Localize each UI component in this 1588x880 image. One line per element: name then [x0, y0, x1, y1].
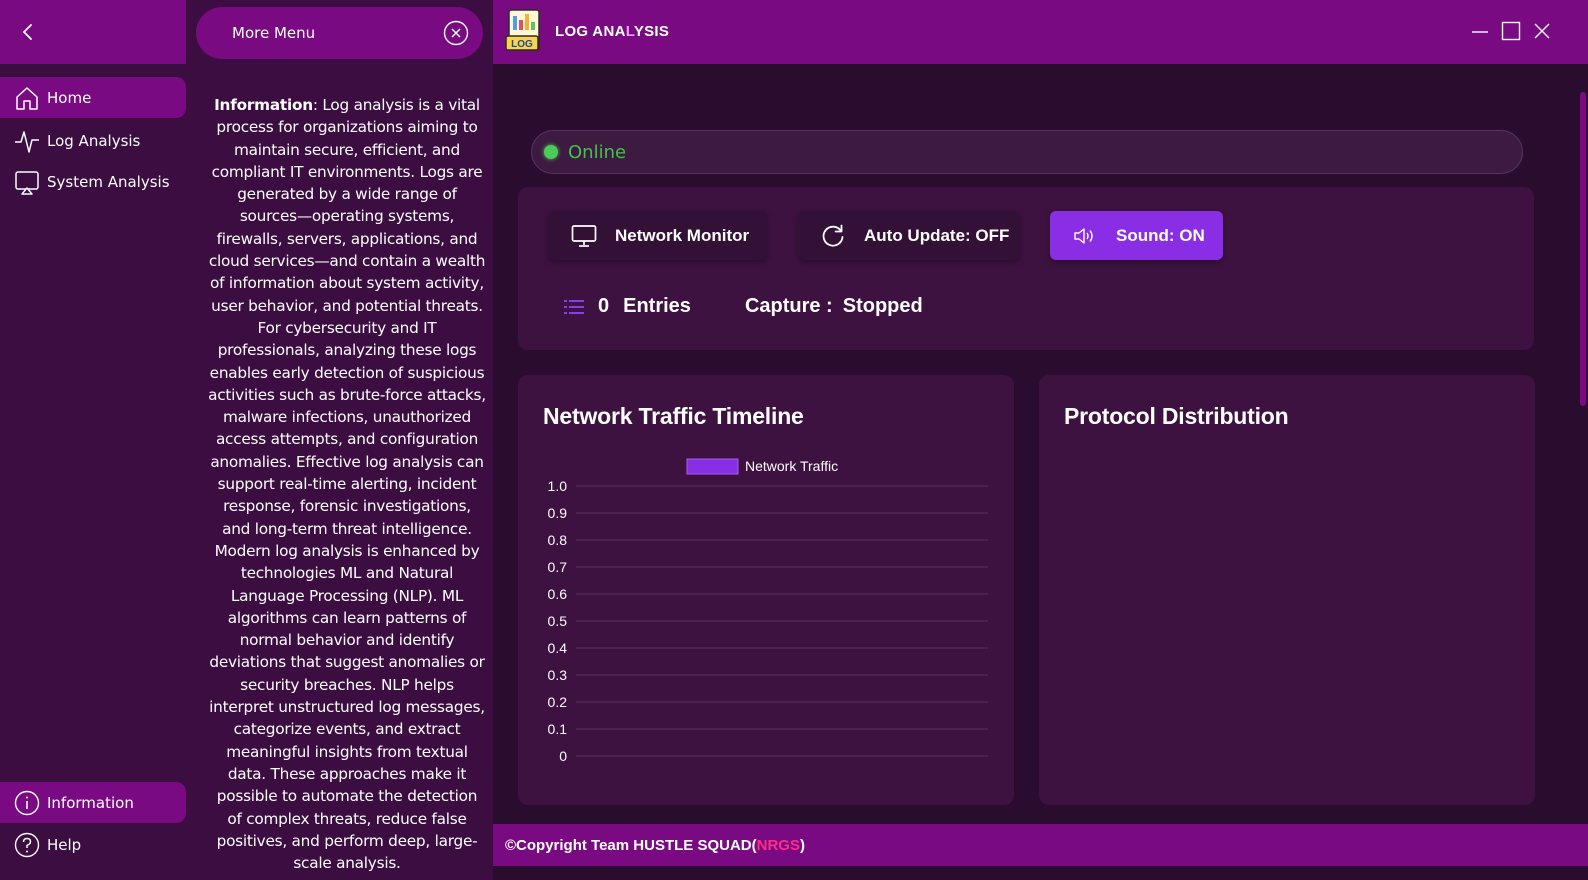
back-button[interactable] [14, 18, 42, 46]
sidebar-item-label: Information [47, 793, 134, 812]
legend-swatch [686, 458, 739, 475]
information-heading: Information [214, 96, 313, 114]
close-circle-icon [443, 20, 469, 46]
sidebar-item-home[interactable]: Home [0, 77, 186, 118]
y-tick-label: 0.6 [548, 586, 568, 602]
sidebar-item-label: Home [47, 88, 92, 107]
sidebar-item-information[interactable]: Information [0, 782, 186, 823]
info-icon [14, 790, 40, 816]
copyright-accent: NRGS [756, 836, 800, 854]
help-icon [14, 832, 40, 858]
footer: ©Copyright Team HUSTLE SQUAD(NRGS) [493, 824, 1588, 866]
close-more-menu-button[interactable] [443, 20, 469, 46]
status-indicator-dot [544, 145, 558, 159]
close-button[interactable] [1531, 20, 1553, 42]
y-tick-label: 0 [559, 748, 567, 764]
sidebar-item-log-analysis[interactable]: Log Analysis [0, 120, 186, 161]
capture-label: Capture : [744, 295, 833, 317]
network-monitor-label: Network Monitor [615, 225, 750, 245]
network-monitor-button[interactable]: Network Monitor [549, 211, 767, 260]
sound-toggle-button[interactable]: Sound: ON [1050, 211, 1223, 260]
capture-stats: 0 Entries Capture : Stopped [564, 295, 923, 318]
close-icon [1534, 23, 1550, 39]
refresh-icon [820, 223, 846, 249]
capture-status-value: Stopped [842, 295, 923, 317]
app-title-part: L [625, 23, 634, 40]
more-menu-panel: More Menu Information: Log analysis is a… [186, 0, 493, 880]
y-tick-label: 0.7 [548, 559, 568, 575]
protocol-distribution-title: Protocol Distribution [1064, 403, 1289, 429]
speaker-icon [1072, 223, 1098, 249]
sidebar-item-help[interactable]: Help [0, 824, 186, 865]
more-menu-header: More Menu [196, 7, 483, 59]
sidebar-item-label: System Analysis [47, 172, 170, 191]
traffic-timeline-panel: Network Traffic Timeline 1.0 0.9 0.8 0.7 0.6… [518, 375, 1014, 805]
traffic-chart: 1.0 0.9 0.8 0.7 0.6 0.5 0.4 0.3 0.2 0.1 0 Network T… [548, 458, 988, 764]
auto-update-label: Auto Update: OFF [864, 225, 1010, 245]
sidebar: Home Log Analysis System Analysis Inform… [0, 0, 186, 880]
main-area: LOG LOG ANALYSIS Online Network Monitor [493, 0, 1588, 880]
y-tick-label: 0.9 [548, 505, 568, 521]
sidebar-header [0, 0, 186, 64]
information-text: Information: Log analysis is a vital pro… [208, 94, 486, 874]
list-icon [564, 299, 584, 314]
cast-icon [14, 169, 40, 195]
title-bar: LOG LOG ANALYSIS [493, 0, 1588, 64]
control-card: Network Monitor Auto Update: OFF Sound: … [518, 187, 1534, 350]
vertical-scrollbar[interactable] [1580, 92, 1586, 406]
connection-status-bar: Online [531, 130, 1523, 174]
copyright-suffix: ) [799, 836, 805, 854]
home-icon [14, 85, 40, 111]
sound-label: Sound: ON [1116, 225, 1205, 245]
protocol-distribution-panel: Protocol Distribution [1039, 375, 1535, 805]
legend-label: Network Traffic [745, 458, 838, 474]
pulse-icon [14, 128, 40, 154]
app-title-part: LOG ANA [555, 23, 626, 40]
y-tick-label: 0.1 [548, 721, 568, 737]
minimize-icon [1472, 31, 1488, 33]
minimize-button[interactable] [1469, 20, 1491, 42]
status-text: Online [568, 141, 627, 163]
entries-label: Entries [623, 295, 691, 317]
logo-text: LOG [511, 39, 533, 50]
information-body: : Log analysis is a vital process for or… [208, 96, 486, 873]
y-tick-label: 0.5 [548, 613, 568, 629]
y-tick-label: 1.0 [548, 478, 568, 494]
sidebar-item-system-analysis[interactable]: System Analysis [0, 161, 186, 202]
maximize-button[interactable] [1500, 20, 1522, 42]
y-tick-label: 0.3 [548, 667, 568, 683]
y-tick-label: 0.8 [548, 532, 568, 548]
chevron-left-icon [22, 24, 32, 40]
monitor-icon [571, 223, 597, 249]
app-title-part: YSIS [633, 23, 670, 40]
sidebar-item-label: Help [47, 835, 82, 854]
y-tick-label: 0.2 [548, 694, 568, 710]
maximize-icon [1501, 21, 1521, 41]
copyright-prefix: ©Copyright Team HUSTLE SQUAD( [505, 836, 757, 854]
entries-count: 0 [598, 295, 610, 317]
app-title: LOG ANALYSIS [555, 23, 669, 40]
app-logo: LOG [505, 8, 547, 54]
auto-update-button[interactable]: Auto Update: OFF [798, 211, 1019, 260]
more-menu-title: More Menu [232, 24, 316, 42]
sidebar-item-label: Log Analysis [47, 131, 141, 150]
y-tick-label: 0.4 [548, 640, 568, 656]
